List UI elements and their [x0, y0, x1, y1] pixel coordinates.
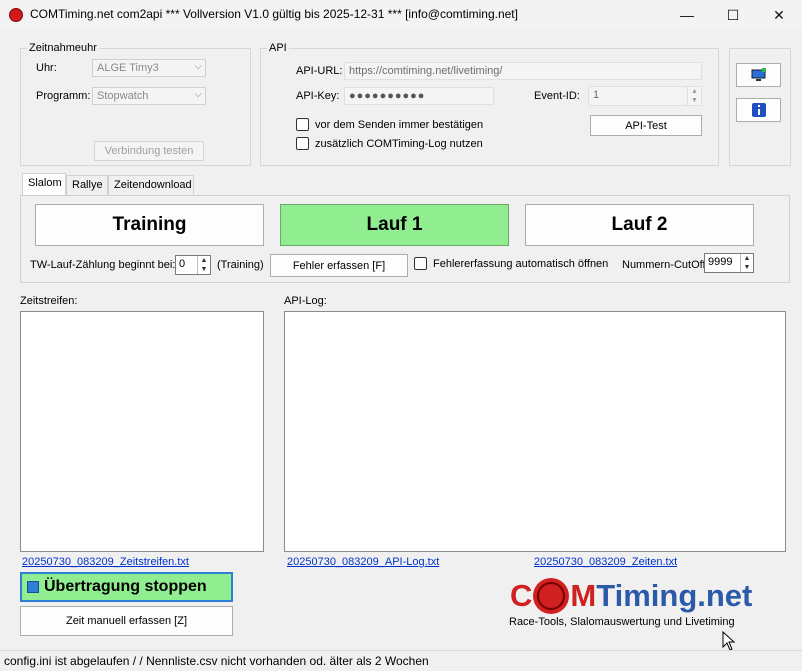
- logo-c: C: [510, 578, 533, 613]
- lauf1-button[interactable]: Lauf 1: [280, 204, 509, 246]
- info-button[interactable]: [736, 98, 781, 122]
- api-key-field[interactable]: ●●●●●●●●●●: [344, 87, 494, 105]
- auto-open-label: Fehlererfassung automatisch öffnen: [433, 258, 609, 270]
- tab-slalom[interactable]: Slalom: [22, 173, 66, 196]
- close-button[interactable]: ✕: [756, 0, 802, 30]
- manual-time-button[interactable]: Zeit manuell erfassen [Z]: [20, 606, 233, 636]
- cutoff-spinner[interactable]: 9999 ▲ ▼: [704, 253, 754, 273]
- stop-transfer-label: Übertragung stoppen: [44, 578, 207, 595]
- spinner-arrows-icon[interactable]: ▲ ▼: [687, 87, 701, 105]
- event-id-label: Event-ID:: [534, 90, 580, 102]
- programm-select[interactable]: Stopwatch ⌵: [92, 87, 206, 105]
- window-title: COMTiming.net com2api *** Vollversion V1…: [30, 7, 518, 21]
- stop-icon: [27, 581, 39, 593]
- tab-rallye[interactable]: Rallye: [66, 175, 108, 195]
- training-button[interactable]: Training: [35, 204, 264, 246]
- log-label: zusätzlich COMTiming-Log nutzen: [315, 138, 483, 150]
- app-icon: [9, 8, 23, 22]
- confirm-label: vor dem Senden immer bestätigen: [315, 119, 484, 131]
- api-log-label: API-Log:: [284, 295, 327, 307]
- fehler-erfassen-button[interactable]: Fehler erfassen [F]: [270, 254, 408, 277]
- api-url-field[interactable]: https://comtiming.net/livetiming/: [344, 62, 702, 80]
- cutoff-label: Nummern-CutOff:: [622, 259, 709, 271]
- stopwatch-icon: [533, 578, 570, 614]
- zeiten-file-link[interactable]: 20250730_083209_Zeiten.txt: [534, 556, 677, 568]
- minimize-button[interactable]: —: [664, 0, 710, 30]
- monitor-button[interactable]: [736, 63, 781, 87]
- log-checkbox[interactable]: [296, 137, 309, 150]
- logo-rest: Timing.net: [596, 578, 753, 613]
- info-icon: [751, 103, 766, 117]
- programm-label: Programm:: [36, 90, 91, 102]
- api-test-button[interactable]: API-Test: [590, 115, 702, 136]
- status-bar: config.ini ist abgelaufen / / Nennliste.…: [0, 650, 802, 671]
- chevron-down-icon: ⌵: [194, 61, 202, 72]
- tab-zeitendownload[interactable]: Zeitendownload: [108, 175, 194, 195]
- zeitnahme-legend: Zeitnahmeuhr: [29, 42, 97, 54]
- verbindung-testen-button[interactable]: Verbindung testen: [94, 141, 204, 161]
- programm-value: Stopwatch: [97, 90, 149, 102]
- uhr-select[interactable]: ALGE Timy3 ⌵: [92, 59, 206, 77]
- auto-open-checkbox[interactable]: [414, 257, 427, 270]
- stopwatch-dial: [537, 582, 566, 610]
- tw-suffix: (Training): [217, 259, 264, 271]
- api-log-file-link[interactable]: 20250730_083209_API-Log.txt: [287, 556, 439, 568]
- zeitstreifen-list[interactable]: [20, 311, 264, 552]
- tw-value: 0: [179, 258, 186, 270]
- monitor-icon: [751, 68, 766, 81]
- lauf2-button[interactable]: Lauf 2: [525, 204, 754, 246]
- logo-tagline: Race-Tools, Slalomauswertung und Livetim…: [509, 616, 735, 628]
- comtiming-logo: C M Timing.net: [510, 576, 752, 616]
- chevron-down-icon: ⌵: [194, 89, 202, 100]
- event-id-value: 1: [593, 89, 600, 101]
- api-url-label: API-URL:: [296, 65, 343, 77]
- api-key-label: API-Key:: [296, 90, 340, 102]
- mouse-cursor-icon: [722, 631, 736, 651]
- api-legend: API: [269, 42, 287, 54]
- spinner-arrows-icon[interactable]: ▲ ▼: [740, 254, 753, 272]
- zeitstreifen-file-link[interactable]: 20250730_083209_Zeitstreifen.txt: [22, 556, 189, 568]
- logo-m: M: [570, 578, 597, 613]
- zeitstreifen-label: Zeitstreifen:: [20, 295, 78, 307]
- stop-transfer-button[interactable]: Übertragung stoppen: [20, 572, 233, 602]
- event-id-spinner[interactable]: 1 ▲ ▼: [588, 86, 702, 106]
- maximize-button[interactable]: ☐: [710, 0, 756, 30]
- tw-spinner[interactable]: 0 ▲ ▼: [175, 255, 211, 275]
- uhr-label: Uhr:: [36, 62, 57, 74]
- tw-label: TW-Lauf-Zählung beginnt bei:: [30, 259, 176, 271]
- cutoff-value: 9999: [708, 256, 733, 268]
- confirm-checkbox[interactable]: [296, 118, 309, 131]
- uhr-value: ALGE Timy3: [97, 62, 159, 74]
- api-log-list[interactable]: [284, 311, 786, 552]
- spinner-arrows-icon[interactable]: ▲ ▼: [197, 256, 210, 274]
